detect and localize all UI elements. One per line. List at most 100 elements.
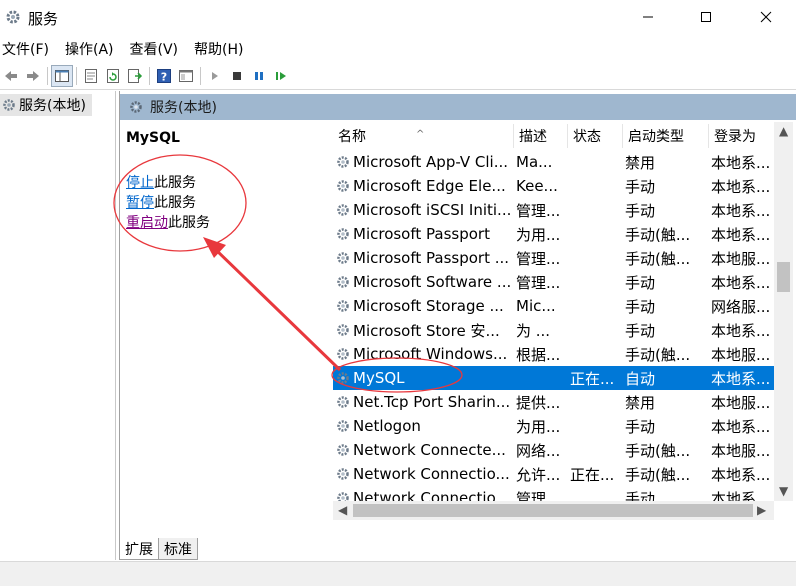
column-header-name[interactable]: 名称 ^	[333, 124, 514, 148]
service-startup-type-cell: 手动(触...	[625, 225, 691, 244]
column-header-label: 描述	[519, 129, 547, 145]
column-header-status[interactable]: 状态	[568, 124, 623, 148]
menu-file[interactable]: 文件(F)	[2, 39, 49, 59]
pause-service-button[interactable]	[248, 65, 270, 87]
service-gear-icon	[337, 468, 349, 480]
service-row[interactable]: Microsoft Windows... 根据... 手动(触... 本地服...	[333, 342, 774, 366]
back-button[interactable]	[0, 65, 22, 87]
service-startup-type-cell: 手动(触...	[625, 465, 691, 484]
service-gear-icon	[337, 300, 349, 312]
minimize-button[interactable]	[620, 0, 676, 34]
service-description-cell: 网络...	[516, 441, 561, 460]
horizontal-scroll-thumb[interactable]	[353, 504, 753, 517]
service-row[interactable]: Microsoft App-V Cli... Ma... 禁用 本地系...	[333, 150, 774, 174]
title-bar: 服务	[0, 0, 796, 36]
service-startup-type-cell: 手动	[625, 201, 656, 220]
scroll-up-icon[interactable]: ▲	[779, 124, 788, 138]
column-header-startup-type[interactable]: 启动类型	[623, 124, 709, 148]
vertical-scroll-thumb[interactable]	[777, 262, 790, 292]
service-row[interactable]: Network Connectio... 允许... 正在... 手动(触... 本地系…	[333, 462, 774, 486]
scroll-left-icon[interactable]: ◀	[338, 503, 347, 517]
tab-extended[interactable]: 扩展	[119, 538, 159, 560]
close-button[interactable]	[738, 0, 794, 34]
menu-bar: 文件(F) 操作(A) 查看(V) 帮助(H)	[0, 37, 796, 61]
column-header-description[interactable]: 描述	[514, 124, 568, 148]
service-row[interactable]: Microsoft Store 安... 为 ... 手动 本地系...	[333, 318, 774, 342]
list-rows: Microsoft App-V Cli... Ma... 禁用 本地系... Micro…	[333, 150, 774, 510]
service-row[interactable]: Microsoft Passport ... 管理... 手动(触... 本地服...	[333, 246, 774, 270]
service-name-cell: Microsoft Passport ...	[333, 249, 514, 267]
horizontal-scrollbar[interactable]: ◀ ▶	[333, 501, 774, 520]
service-status-cell: 正在...	[570, 465, 615, 484]
service-name-cell: Network Connectio...	[333, 465, 514, 483]
stop-service-button[interactable]	[226, 65, 248, 87]
pane-header-title: 服务(本地)	[150, 100, 217, 116]
service-row[interactable]: Netlogon 为用... 手动 本地系...	[333, 414, 774, 438]
service-status-cell: 正在...	[570, 369, 615, 388]
service-gear-icon	[337, 252, 349, 264]
service-name-cell: Network Connecte...	[333, 441, 514, 459]
properties-button[interactable]	[80, 65, 102, 87]
pause-service-icon	[255, 71, 263, 80]
refresh-button[interactable]	[102, 65, 124, 87]
svg-text:?: ?	[161, 70, 167, 83]
maximize-button[interactable]	[678, 0, 734, 34]
tree-node-services-local[interactable]: 服务(本地)	[0, 94, 92, 116]
refresh-icon	[107, 68, 119, 83]
service-startup-type-cell: 手动	[625, 417, 656, 436]
service-name-cell: Microsoft Windows...	[333, 345, 514, 363]
service-name-cell: Netlogon	[333, 417, 514, 435]
service-row[interactable]: Microsoft Software ... 管理... 手动 本地系...	[333, 270, 774, 294]
service-startup-type-cell: 自动	[625, 369, 656, 388]
export-list-button[interactable]	[124, 65, 146, 87]
service-name-text: Network Connecte...	[353, 441, 506, 459]
restart-service-button[interactable]	[270, 65, 292, 87]
vertical-scrollbar[interactable]: ▲ ▼	[774, 122, 793, 501]
service-gear-icon	[337, 204, 349, 216]
help-button[interactable]: ?	[153, 65, 175, 87]
service-name-cell: Microsoft App-V Cli...	[333, 153, 514, 171]
service-startup-type-cell: 手动(触...	[625, 249, 691, 268]
console-tree: 服务(本地)	[0, 91, 116, 560]
service-row[interactable]: Net.Tcp Port Sharin... 提供... 禁用 本地服...	[333, 390, 774, 414]
service-logon-cell: 本地服...	[711, 441, 771, 460]
forward-button[interactable]	[22, 65, 44, 87]
service-name-text: Microsoft Passport ...	[353, 249, 510, 267]
service-startup-type-cell: 禁用	[625, 393, 656, 412]
service-description-cell: 根据...	[516, 345, 561, 364]
tab-standard[interactable]: 标准	[158, 538, 198, 560]
start-service-button[interactable]	[204, 65, 226, 87]
service-row[interactable]: Microsoft Storage ... Mic... 手动 网络服...	[333, 294, 774, 318]
toolbar-separator	[76, 66, 77, 85]
service-startup-type-cell: 手动	[625, 177, 656, 196]
service-description-cell: Kee...	[516, 177, 558, 195]
service-description-cell: 管理...	[516, 249, 561, 268]
service-name-cell: MySQL	[333, 369, 514, 387]
scroll-right-icon[interactable]: ▶	[757, 503, 766, 517]
service-row[interactable]: Microsoft iSCSI Initi... 管理... 手动 本地系...	[333, 198, 774, 222]
console-view-icon	[179, 69, 193, 82]
action-restart: 重启动此服务	[126, 212, 210, 232]
column-header-logon-as[interactable]: 登录为	[709, 124, 774, 148]
service-row[interactable]: Network Connecte... 网络... 手动(触... 本地服...	[333, 438, 774, 462]
console-view-button[interactable]	[175, 65, 197, 87]
service-description-cell: 为用...	[516, 225, 561, 244]
service-row[interactable]: Microsoft Passport 为用... 手动(触... 本地系...	[333, 222, 774, 246]
scroll-down-icon[interactable]: ▼	[779, 484, 788, 498]
services-pane: 服务(本地) MySQL 停止此服务 暂停此服务 重启动此服务 名称 ^ 描述 …	[119, 91, 796, 560]
menu-action[interactable]: 操作(A)	[65, 39, 114, 59]
service-gear-icon	[337, 228, 349, 240]
tree-node-label: 服务(本地)	[19, 98, 86, 114]
stop-service-link[interactable]: 停止	[126, 175, 154, 191]
restart-service-link[interactable]: 重启动	[126, 215, 168, 231]
show-hide-tree-button[interactable]	[51, 64, 73, 87]
service-logon-cell: 本地系...	[711, 465, 771, 484]
service-logon-cell: 网络服...	[711, 297, 771, 316]
service-row[interactable]: MySQL 正在... 自动 本地系...	[333, 366, 774, 390]
service-gear-icon	[337, 348, 349, 360]
menu-view[interactable]: 查看(V)	[130, 39, 179, 59]
minimize-icon	[643, 16, 653, 18]
service-row[interactable]: Microsoft Edge Ele... Kee... 手动 本地系...	[333, 174, 774, 198]
pause-service-link[interactable]: 暂停	[126, 195, 154, 211]
menu-help[interactable]: 帮助(H)	[194, 39, 243, 59]
